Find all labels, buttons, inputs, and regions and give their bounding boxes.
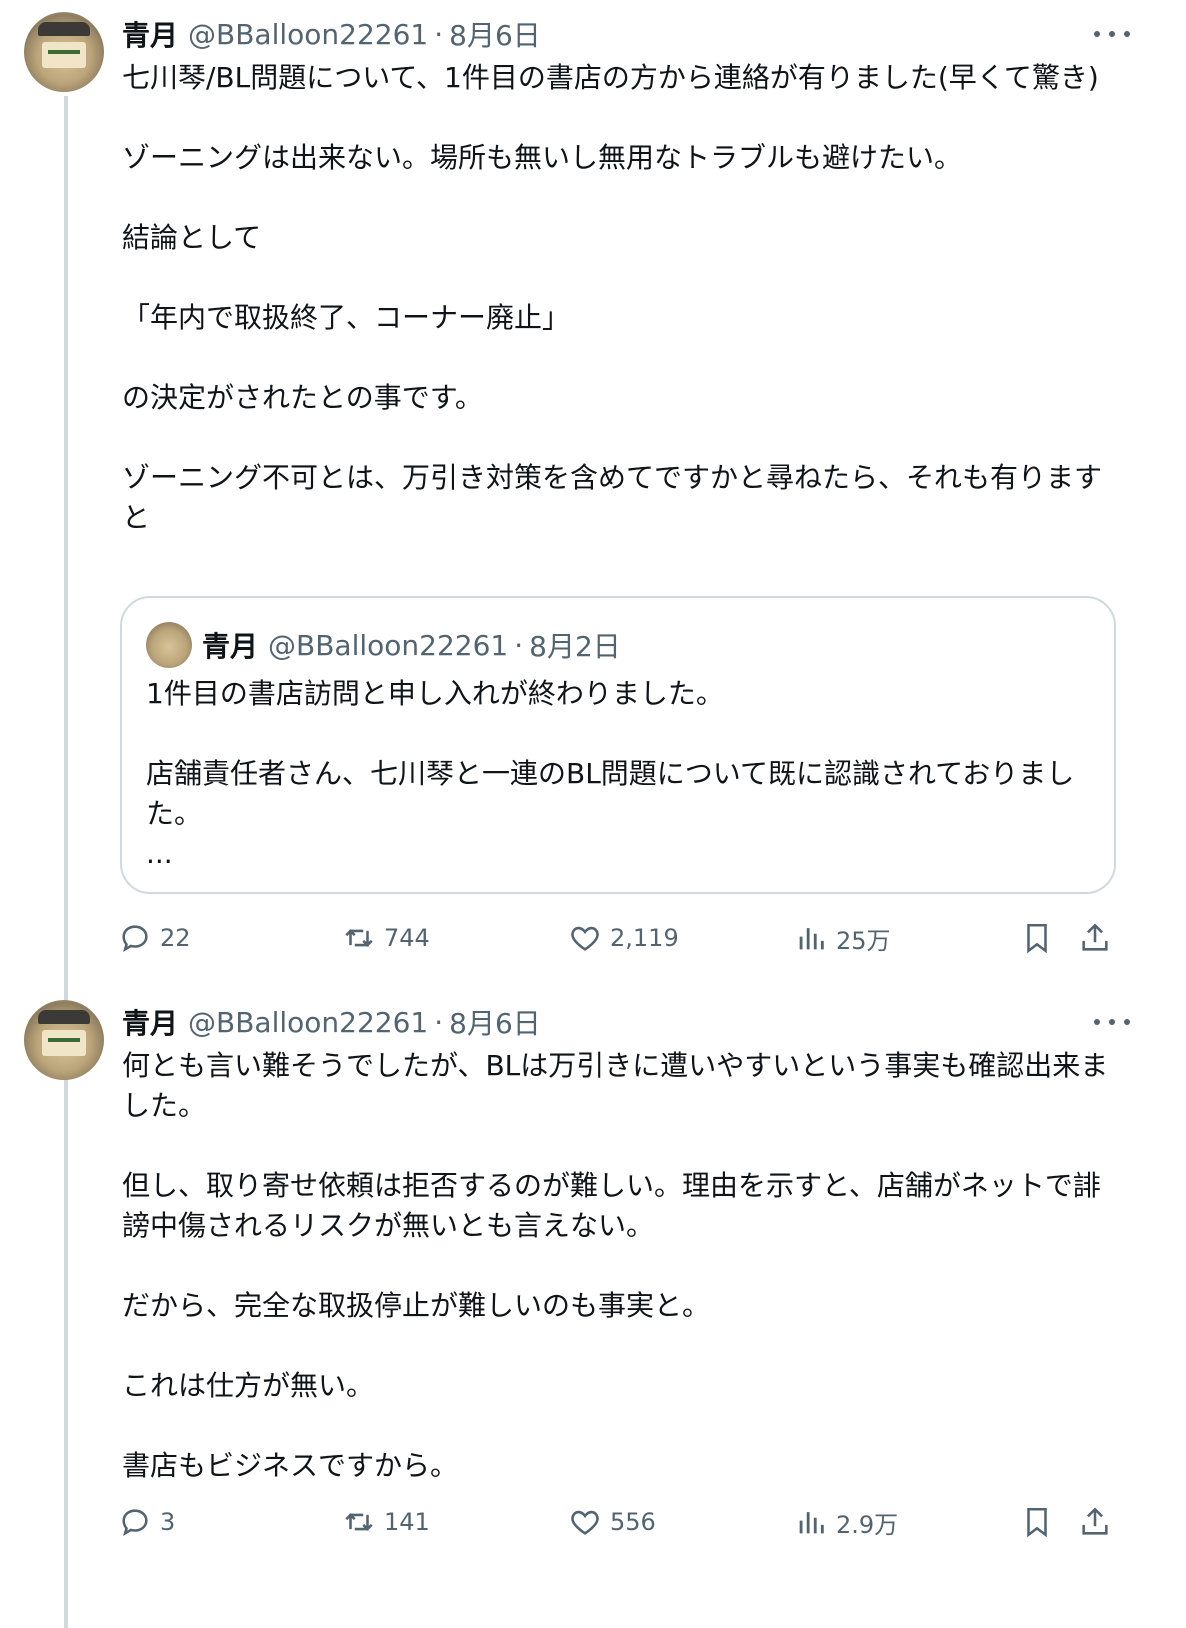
- quoted-tweet[interactable]: 青月 @BBalloon22261 · 8月2日 1件目の書店訪問と申し入れが終…: [120, 596, 1116, 894]
- tweet-text: 何とも言い難そうでしたが、BLは万引きに遭いやすいという事実も確認出来ました。 …: [122, 1049, 1109, 1482]
- bookmark-button[interactable]: [1020, 1500, 1062, 1544]
- tweet-date[interactable]: 8月6日: [449, 1002, 541, 1042]
- author-handle[interactable]: @BBalloon22261: [188, 18, 428, 51]
- separator-dot: ·: [434, 17, 444, 51]
- reply-icon: [122, 1509, 148, 1537]
- retweet-button[interactable]: 141: [342, 1500, 430, 1544]
- views-button[interactable]: 2.9万: [794, 1500, 898, 1544]
- reply-count: 3: [160, 1508, 176, 1536]
- separator-dot: ·: [514, 628, 524, 662]
- author-handle: @BBalloon22261: [268, 628, 509, 662]
- views-count: 25万: [836, 926, 891, 955]
- retweet-icon: [345, 1513, 373, 1531]
- views-icon: [799, 928, 824, 950]
- reply-icon: [122, 925, 148, 953]
- like-button[interactable]: 2,119: [568, 916, 679, 960]
- reply-count: 22: [160, 924, 191, 952]
- reply-button[interactable]: 22: [118, 916, 191, 960]
- like-icon: [571, 1510, 599, 1535]
- tweet-date[interactable]: 8月6日: [449, 14, 541, 54]
- retweet-button[interactable]: 744: [342, 916, 430, 960]
- avatar: [146, 622, 192, 668]
- like-count: 2,119: [610, 924, 679, 952]
- retweet-count: 141: [384, 1508, 430, 1536]
- share-icon: [1082, 1507, 1108, 1535]
- like-count: 556: [610, 1508, 656, 1536]
- author-name: 青月: [202, 630, 259, 663]
- bookmark-icon: [1027, 1507, 1047, 1538]
- more-icon[interactable]: [1094, 1010, 1130, 1034]
- avatar[interactable]: [24, 12, 104, 92]
- bookmark-icon: [1027, 923, 1047, 954]
- avatar[interactable]: [24, 1000, 104, 1080]
- author-name[interactable]: 青月: [122, 1002, 178, 1042]
- share-icon: [1082, 923, 1108, 951]
- like-button[interactable]: 556: [568, 1500, 656, 1544]
- tweet-text: 七川琴/BL問題について、1件目の書店の方から連絡が有りました(早くて驚き) ゾ…: [122, 61, 1103, 534]
- separator-dot: ·: [434, 1005, 444, 1039]
- retweet-count: 744: [384, 924, 430, 952]
- views-button[interactable]: 25万: [794, 916, 891, 960]
- share-button[interactable]: [1078, 1500, 1120, 1544]
- author-name[interactable]: 青月: [122, 14, 178, 54]
- share-button[interactable]: [1078, 916, 1120, 960]
- quote-text: 1件目の書店訪問と申し入れが終わりました。 店舗責任者さん、七川琴と一連のBL問…: [146, 677, 1075, 870]
- action-bar: 3 141 556 2.9万: [118, 1500, 1118, 1544]
- reply-button[interactable]: 3: [118, 1500, 175, 1544]
- quote-header: 青月 @BBalloon22261 · 8月2日: [202, 622, 621, 668]
- bookmark-button[interactable]: [1020, 916, 1062, 960]
- author-handle[interactable]: @BBalloon22261: [188, 1006, 428, 1039]
- tweet[interactable]: 青月 @BBalloon22261 · 8月6日 七川琴/BL問題について、1件…: [0, 0, 1186, 1010]
- tweet-header: 青月 @BBalloon22261 · 8月6日: [122, 14, 1116, 54]
- more-icon[interactable]: [1094, 22, 1130, 46]
- views-icon: [799, 1512, 824, 1534]
- views-count: 2.9万: [836, 1510, 899, 1539]
- tweet-header: 青月 @BBalloon22261 · 8月6日: [122, 1002, 1116, 1042]
- like-icon: [571, 926, 599, 951]
- tweet-date: 8月2日: [529, 630, 621, 663]
- retweet-icon: [345, 929, 373, 947]
- action-bar: 22 744 2,119 25万: [118, 916, 1118, 960]
